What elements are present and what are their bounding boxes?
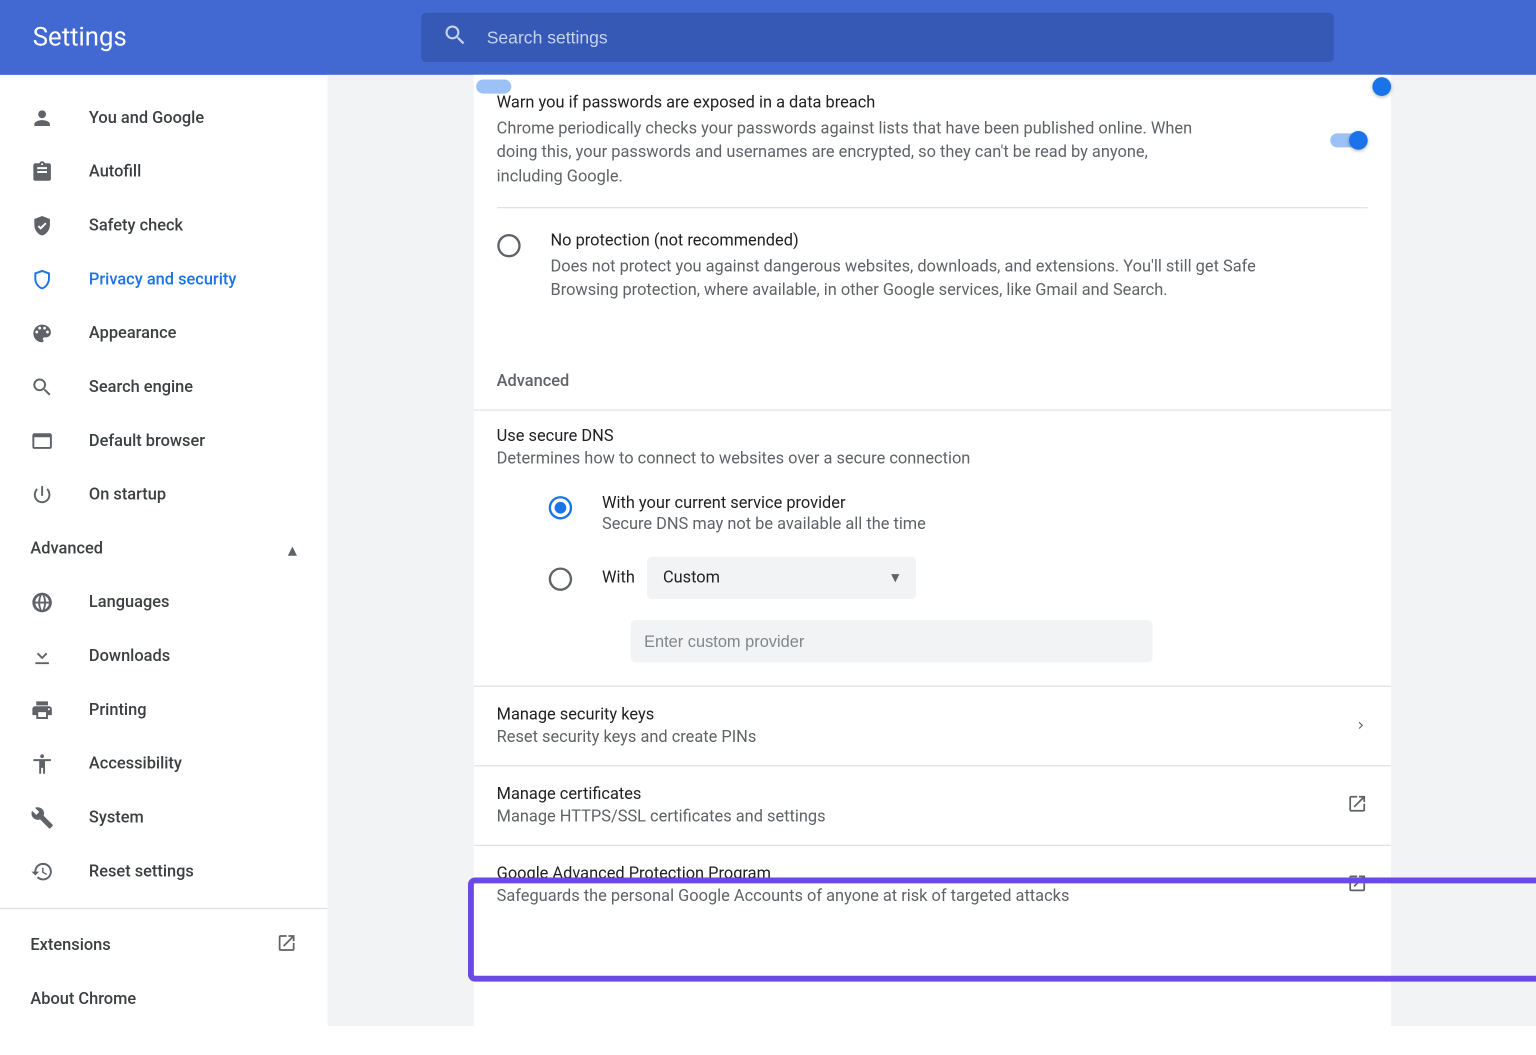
search-icon bbox=[30, 376, 53, 399]
shield-check-icon bbox=[30, 214, 53, 237]
sidebar-item-label: Default browser bbox=[89, 432, 205, 451]
sidebar-item-label: Safety check bbox=[89, 216, 183, 235]
person-icon bbox=[30, 106, 53, 129]
sidebar-item-autofill[interactable]: Autofill bbox=[0, 145, 328, 199]
download-icon bbox=[30, 645, 53, 668]
setting-password-breach-warning: Warn you if passwords are exposed in a d… bbox=[473, 75, 1390, 207]
chevron-right-icon bbox=[1353, 715, 1367, 737]
settings-panel: Warn you if passwords are exposed in a d… bbox=[473, 75, 1390, 1026]
row-google-advanced-protection[interactable]: Google Advanced Protection Program Safeg… bbox=[473, 845, 1390, 925]
sidebar-item-default-browser[interactable]: Default browser bbox=[0, 414, 328, 468]
row-title: Manage security keys bbox=[497, 706, 757, 725]
sidebar-item-label: Appearance bbox=[89, 324, 177, 343]
sidebar-item-downloads[interactable]: Downloads bbox=[0, 629, 328, 683]
sidebar-item-about-chrome[interactable]: About Chrome bbox=[0, 972, 328, 1026]
sidebar: You and Google Autofill Safety check Pri… bbox=[0, 75, 328, 1026]
sidebar-item-label: On startup bbox=[89, 486, 166, 505]
radio-desc: Does not protect you against dangerous w… bbox=[550, 255, 1311, 302]
dns-provider-select[interactable]: Custom ▾ bbox=[647, 557, 916, 599]
shield-icon bbox=[30, 268, 53, 291]
toggle-password-breach[interactable] bbox=[1327, 129, 1367, 152]
printer-icon bbox=[30, 698, 53, 721]
divider bbox=[0, 908, 328, 909]
chevron-down-icon: ▾ bbox=[891, 569, 899, 588]
sidebar-item-extensions[interactable]: Extensions bbox=[0, 918, 328, 972]
sidebar-item-label: Downloads bbox=[89, 647, 170, 666]
app-header: Settings bbox=[0, 0, 1536, 75]
sidebar-item-you-and-google[interactable]: You and Google bbox=[0, 91, 328, 145]
dns-title: Use secure DNS bbox=[497, 428, 971, 447]
toggle-thumb bbox=[1348, 132, 1367, 151]
row-title: Manage certificates bbox=[497, 786, 826, 805]
accessibility-icon bbox=[30, 752, 53, 775]
sidebar-item-printing[interactable]: Printing bbox=[0, 683, 328, 737]
row-title: Google Advanced Protection Program bbox=[497, 865, 1070, 884]
sidebar-item-appearance[interactable]: Appearance bbox=[0, 307, 328, 361]
sidebar-item-languages[interactable]: Languages bbox=[0, 576, 328, 630]
setting-title: Warn you if passwords are exposed in a d… bbox=[497, 94, 1367, 113]
search-container[interactable] bbox=[421, 13, 1334, 62]
sidebar-item-label: Reset settings bbox=[89, 862, 194, 881]
restore-icon bbox=[30, 860, 53, 883]
sidebar-item-label: You and Google bbox=[89, 109, 204, 128]
sidebar-item-accessibility[interactable]: Accessibility bbox=[0, 737, 328, 791]
dns-opt1-desc: Secure DNS may not be available all the … bbox=[602, 515, 926, 534]
launch-icon bbox=[276, 932, 297, 958]
power-icon bbox=[30, 483, 53, 506]
chevron-up-icon: ▴ bbox=[288, 538, 297, 560]
toggle-track bbox=[476, 80, 511, 94]
sidebar-item-label: System bbox=[89, 808, 144, 827]
sidebar-item-privacy-and-security[interactable]: Privacy and security bbox=[0, 253, 328, 307]
sidebar-item-system[interactable]: System bbox=[0, 791, 328, 845]
toggle-secure-dns[interactable] bbox=[1327, 436, 1367, 459]
dns-select-value: Custom bbox=[663, 569, 720, 588]
sidebar-item-label: Printing bbox=[89, 701, 147, 720]
sidebar-item-reset-settings[interactable]: Reset settings bbox=[0, 845, 328, 899]
sidebar-item-search-engine[interactable]: Search engine bbox=[0, 360, 328, 414]
wrench-icon bbox=[30, 806, 53, 829]
radio-no-protection[interactable]: No protection (not recommended) Does not… bbox=[473, 208, 1390, 326]
section-advanced-label: Advanced bbox=[473, 326, 1390, 410]
row-manage-certificates[interactable]: Manage certificates Manage HTTPS/SSL cer… bbox=[473, 766, 1390, 846]
radio-icon bbox=[497, 234, 520, 257]
section-secure-dns: Use secure DNS Determines how to connect… bbox=[473, 410, 1390, 686]
launch-icon bbox=[1346, 793, 1367, 819]
sidebar-item-on-startup[interactable]: On startup bbox=[0, 468, 328, 522]
dns-opt1-title: With your current service provider bbox=[602, 494, 926, 513]
launch-icon bbox=[1346, 873, 1367, 899]
row-desc: Manage HTTPS/SSL certificates and settin… bbox=[497, 808, 826, 827]
row-desc: Safeguards the personal Google Accounts … bbox=[497, 887, 1070, 906]
dns-with-label: With bbox=[602, 569, 635, 588]
sidebar-item-label: Privacy and security bbox=[89, 270, 236, 289]
main-area: Warn you if passwords are exposed in a d… bbox=[328, 75, 1536, 1026]
sidebar-advanced-label: Advanced bbox=[30, 539, 103, 558]
sidebar-advanced-header[interactable]: Advanced ▴ bbox=[0, 522, 328, 576]
search-input[interactable] bbox=[487, 27, 1313, 47]
sidebar-item-label: Autofill bbox=[89, 163, 141, 182]
sidebar-item-label: Accessibility bbox=[89, 755, 182, 774]
sidebar-item-label: Extensions bbox=[30, 936, 110, 955]
radio-title: No protection (not recommended) bbox=[550, 232, 1311, 251]
dns-custom-provider-input[interactable] bbox=[630, 621, 1152, 663]
sidebar-item-label: About Chrome bbox=[30, 990, 136, 1009]
dns-desc: Determines how to connect to websites ov… bbox=[497, 450, 971, 469]
header-title: Settings bbox=[33, 23, 421, 52]
radio-dns-custom[interactable]: With Custom ▾ bbox=[525, 546, 1391, 612]
toggle-thumb bbox=[1372, 77, 1391, 96]
row-manage-security-keys[interactable]: Manage security keys Reset security keys… bbox=[473, 686, 1390, 766]
sidebar-item-label: Search engine bbox=[89, 378, 193, 397]
row-desc: Reset security keys and create PINs bbox=[497, 728, 757, 747]
browser-icon bbox=[30, 429, 53, 452]
setting-desc: Chrome periodically checks your password… bbox=[497, 117, 1199, 188]
globe-icon bbox=[30, 591, 53, 614]
sidebar-item-safety-check[interactable]: Safety check bbox=[0, 199, 328, 253]
search-icon bbox=[442, 22, 486, 52]
clipboard-icon bbox=[30, 160, 53, 183]
radio-icon bbox=[548, 568, 571, 591]
radio-dns-current-provider[interactable]: With your current service provider Secur… bbox=[525, 483, 1391, 546]
sidebar-item-label: Languages bbox=[89, 593, 170, 612]
palette-icon bbox=[30, 322, 53, 345]
radio-icon bbox=[548, 497, 571, 520]
